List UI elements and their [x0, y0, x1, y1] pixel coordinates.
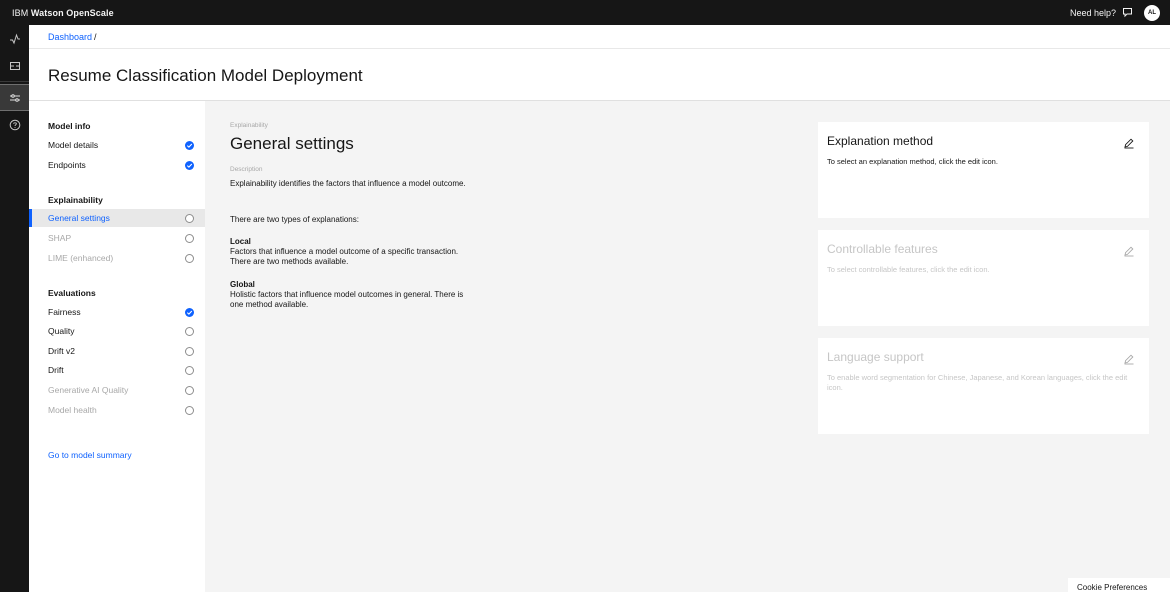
incomplete-circle-icon — [185, 406, 194, 415]
nav-item-label: Fairness — [48, 307, 81, 317]
help-icon[interactable] — [0, 111, 29, 138]
nav-item-label: Quality — [48, 326, 75, 336]
nav-item-endpoints[interactable]: Endpoints — [29, 156, 205, 174]
page-title: Resume Classification Model Deployment — [48, 66, 363, 85]
breadcrumb-divider — [29, 48, 1170, 49]
brand[interactable]: IBM Watson OpenScale — [12, 8, 114, 18]
description-text: Explainability identifies the factors th… — [230, 179, 466, 188]
nav-item-drift-v2[interactable]: Drift v2 — [29, 342, 205, 360]
deployment-icon[interactable] — [0, 52, 29, 79]
nav-item-lime-enhanced[interactable]: LIME (enhanced) — [29, 249, 205, 267]
breadcrumb-dashboard-link[interactable]: Dashboard — [48, 32, 92, 42]
nav-item-drift[interactable]: Drift — [29, 361, 205, 379]
edit-icon[interactable] — [1123, 352, 1135, 365]
explanation-type-text: Factors that influence a model outcome o… — [230, 247, 459, 266]
description-label: Description — [230, 166, 263, 173]
brand-prefix: IBM — [12, 7, 29, 18]
nav-item-shap[interactable]: SHAP — [29, 229, 205, 247]
nav-item-general-settings[interactable]: General settings — [29, 209, 205, 227]
nav-item-model-details[interactable]: Model details — [29, 136, 205, 154]
avatar[interactable]: AL — [1144, 4, 1160, 21]
card-text: To enable word segmentation for Chinese,… — [827, 373, 1128, 392]
config-side-nav: Model info Model details Endpoints Expla… — [29, 101, 205, 592]
incomplete-circle-icon — [185, 234, 194, 243]
edit-icon[interactable] — [1123, 136, 1135, 149]
checkmark-icon — [185, 308, 194, 317]
card-title: Controllable features — [827, 242, 938, 256]
breadcrumb: Dashboard / — [48, 32, 97, 42]
rail-divider — [0, 81, 29, 82]
nav-item-label: General settings — [48, 213, 110, 223]
help-link[interactable]: Need help? — [1070, 8, 1116, 18]
nav-item-label: Model health — [48, 405, 97, 415]
incomplete-circle-icon — [185, 254, 194, 263]
settings-sliders-icon[interactable] — [0, 84, 29, 111]
breadcrumb-separator: / — [94, 32, 97, 42]
card-text: To select an explanation method, click t… — [827, 157, 998, 166]
activity-icon[interactable] — [0, 25, 29, 52]
explanation-type-text: Holistic factors that influence model ou… — [230, 290, 464, 309]
edit-icon[interactable] — [1123, 244, 1135, 257]
section-eyebrow: Explainability — [230, 122, 268, 129]
checkmark-icon — [185, 141, 194, 150]
explanation-types-intro: There are two types of explanations: — [230, 215, 359, 224]
nav-item-label: Drift v2 — [48, 346, 75, 356]
main-content: Explainability General settings Descript… — [205, 101, 1170, 592]
incomplete-circle-icon — [185, 366, 194, 375]
nav-section-model-info: Model info — [48, 121, 91, 131]
card-controllable-features: Controllable features To select controll… — [818, 230, 1149, 326]
chat-icon[interactable] — [1122, 7, 1133, 18]
explanation-type-name: Local — [230, 237, 251, 246]
explanation-type-name: Global — [230, 280, 255, 289]
topbar-actions: Need help? AL — [1070, 4, 1160, 21]
cookie-preferences-button[interactable]: Cookie Preferences — [1068, 578, 1170, 592]
checkmark-icon — [185, 161, 194, 170]
nav-item-label: LIME (enhanced) — [48, 253, 114, 263]
go-to-model-summary-link[interactable]: Go to model summary — [48, 450, 132, 460]
card-title: Language support — [827, 350, 924, 364]
page-header: Dashboard / Resume Classification Model D… — [29, 25, 1170, 101]
nav-item-label: Model details — [48, 140, 99, 150]
explanation-type-local: Local Factors that influence a model out… — [230, 237, 470, 267]
nav-item-label: Endpoints — [48, 160, 86, 170]
brand-name: Watson OpenScale — [30, 7, 114, 18]
nav-item-generative-ai-quality[interactable]: Generative AI Quality — [29, 381, 205, 399]
nav-item-label: Generative AI Quality — [48, 385, 129, 395]
nav-item-model-health[interactable]: Model health — [29, 401, 205, 419]
incomplete-circle-icon — [185, 386, 194, 395]
nav-section-evaluations: Evaluations — [48, 288, 96, 298]
incomplete-circle-icon — [185, 347, 194, 356]
card-text: To select controllable features, click t… — [827, 265, 990, 274]
nav-item-label: Drift — [48, 365, 64, 375]
explanation-type-global: Global Holistic factors that influence m… — [230, 280, 470, 310]
card-title: Explanation method — [827, 134, 934, 148]
nav-section-explainability: Explainability — [48, 195, 103, 205]
incomplete-circle-icon — [185, 214, 194, 223]
incomplete-circle-icon — [185, 327, 194, 336]
top-bar: IBM Watson OpenScale Need help? AL — [0, 0, 1170, 25]
card-language-support: Language support To enable word segmenta… — [818, 338, 1149, 434]
nav-item-quality[interactable]: Quality — [29, 322, 205, 340]
section-title: General settings — [230, 134, 354, 153]
card-explanation-method: Explanation method To select an explanat… — [818, 122, 1149, 218]
left-rail — [0, 25, 29, 592]
nav-item-label: SHAP — [48, 233, 72, 243]
nav-item-fairness[interactable]: Fairness — [29, 303, 205, 321]
